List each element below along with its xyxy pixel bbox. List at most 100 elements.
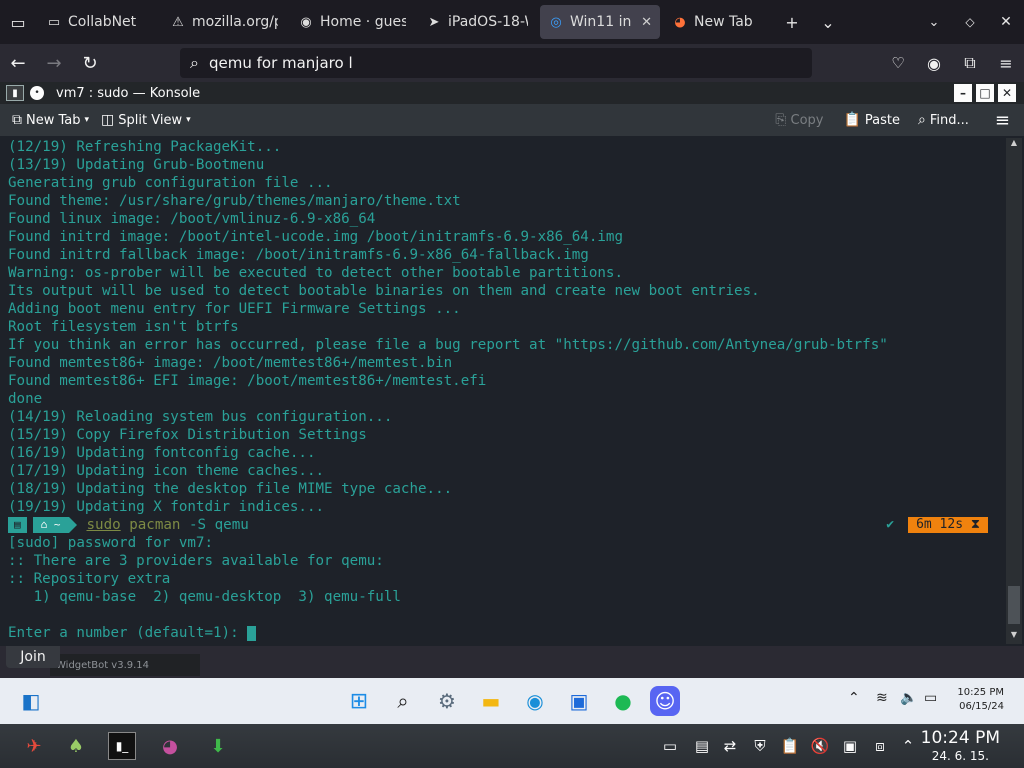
minimize-button[interactable]: – [954,84,972,102]
find-button[interactable]: ⌕ Find... [912,104,975,136]
disk-icon[interactable]: ▤ [688,732,716,760]
mute-icon[interactable]: 🔇 [806,732,834,760]
terminal-output[interactable]: (12/19) Refreshing PackageKit... (13/19) … [0,136,1004,646]
volume-icon[interactable]: 🔈 [900,690,917,706]
clipboard-icon[interactable]: 📋 [776,732,804,760]
battery-icon[interactable]: ▭ [924,690,937,706]
cmd-sudo: sudo [86,517,121,533]
discord-icon[interactable]: ☺ [650,686,680,716]
wifi-icon[interactable]: ≋ [876,690,888,706]
split-view-icon: ◫ [101,112,115,128]
terminal-line: (14/19) Reloading system bus configurati… [8,409,393,425]
search-icon: ⌕ [190,53,199,72]
dropdown-icon: ▾ [84,115,90,125]
cmd-args: -S qemu [189,517,249,533]
browser-tab[interactable]: ◕ New Tab [664,5,764,39]
arrow-icon: ➤ [428,14,440,30]
tab-label: CollabNet [68,14,137,30]
new-tab-button[interactable]: ⧉ New Tab ▾ [6,104,95,136]
minimize-icon[interactable]: ⌄ [916,0,952,44]
tray-expand-icon[interactable]: ⌃ [894,732,922,760]
browser-tab[interactable]: ◎ Win11 in R ✕ [540,5,660,39]
duration-badge: 6m 12s ⧗ [908,517,988,533]
new-tab-icon: ⧉ [12,112,22,128]
terminal-line: (15/19) Copy Firefox Distribution Settin… [8,427,367,443]
window-list-icon[interactable]: ▭ [656,732,684,760]
terminal-line: (18/19) Updating the desktop file MIME t… [8,481,453,497]
browser-tab[interactable]: ▭ CollabNet [38,5,158,39]
network-icon[interactable]: ⧈ [866,732,894,760]
shield-icon[interactable]: ⛨ [746,732,774,760]
tab-close-icon[interactable]: ✕ [641,15,652,30]
start-icon[interactable]: ⊞ [344,686,374,716]
terminal-line: 1) qemu-base 2) qemu-desktop 3) qemu-ful… [8,589,401,605]
menu-icon[interactable]: ≡ [988,44,1024,82]
search-icon: ⌕ [918,112,926,128]
copy-button[interactable]: ⎘ Copy [769,104,829,136]
browser-tab[interactable]: ⚠ mozilla.org/p [162,5,286,39]
konsole-titlebar: ▮ • vm7 : sudo — Konsole – □ ✕ [0,82,1024,104]
prompt-directory: ⌂ ~ [32,517,69,533]
settings-icon[interactable]: ⚙ [432,686,462,716]
file-explorer-icon[interactable]: ▬ [476,686,506,716]
list-all-tabs-icon[interactable]: ⌄ [810,0,846,44]
search-icon[interactable]: ⌕ [388,686,418,716]
terminal-line: Warning: os-prober will be executed to d… [8,265,623,281]
restore-icon[interactable]: ◇ [952,0,988,44]
close-window-icon[interactable]: ✕ [988,0,1024,44]
windows-clock[interactable]: 10:25 PM 06/15/24 [957,686,1004,714]
dropdown-icon: ▾ [186,115,191,125]
download-icon[interactable]: ⬇ [204,732,232,760]
terminal-line: Found initrd fallback image: /boot/initr… [8,247,589,263]
terminal-line: (13/19) Updating Grub-Bootmenu [8,157,265,173]
kde-connect-icon[interactable]: ⇄ [716,732,744,760]
widgets-icon[interactable]: ◧ [16,686,46,716]
new-tab-plus-icon[interactable]: + [774,0,810,44]
spotify-icon[interactable]: ● [608,686,638,716]
firefox-icon: ◕ [674,14,686,30]
firefox-view-icon[interactable]: ▭ [0,0,36,44]
browser-tab[interactable]: ◉ Home · guest [290,5,414,39]
prompt-status: ✔ 6m 12s ⧗ [886,516,988,534]
hamburger-menu-icon[interactable]: ≡ [989,104,1016,136]
check-icon: ✔ [886,517,895,532]
terminal-line: Adding boot menu entry for UEFI Firmware… [8,301,461,317]
tray-chevron-icon[interactable]: ⌃ [848,690,860,706]
maximize-button[interactable]: □ [976,84,994,102]
scroll-down-icon[interactable]: ▼ [1006,630,1022,644]
konsole-toolbar: ⧉ New Tab ▾ ◫ Split View ▾ ⎘ Copy 📋 Past… [0,104,1024,136]
terminal-line: Found linux image: /boot/vmlinuz-6.9-x86… [8,211,376,227]
terminal-line: Found initrd image: /boot/intel-ucode.im… [8,229,623,245]
app-launcher-icon[interactable]: ✈ [20,732,48,760]
terminal-line: (17/19) Updating icon theme caches... [8,463,325,479]
paste-button[interactable]: 📋 Paste [837,104,906,136]
reload-button[interactable]: ↻ [72,44,108,82]
join-button[interactable]: Join [6,646,60,668]
pin-icon[interactable]: • [30,86,44,100]
url-bar[interactable]: ⌕ qemu for manjaro l [180,48,812,78]
store-icon[interactable]: ▣ [564,686,594,716]
terminal-line: (12/19) Refreshing PackageKit... [8,139,282,155]
forward-button[interactable]: → [36,44,72,82]
pocket-icon[interactable]: ♡ [880,44,916,82]
browser-tab[interactable]: ➤ iPadOS-18-W [418,5,536,39]
edge-icon[interactable]: ◉ [520,686,550,716]
solitaire-icon[interactable]: ♠ [62,732,90,760]
terminal-icon[interactable]: ▮_ [108,732,136,760]
extensions-icon[interactable]: ⧉ [952,44,988,82]
scrollbar-thumb[interactable] [1008,586,1020,624]
split-view-button[interactable]: ◫ Split View ▾ [95,104,197,136]
terminal-line: done [8,391,43,407]
cmd-name: pacman [129,517,181,533]
windows-taskbar: ◧ ⊞ ⌕ ⚙ ▬ ◉ ▣ ● ☺ ⌃ ≋ 🔈 ▭ 10:25 PM 06/15… [0,678,1024,724]
browser-icon[interactable]: ◕ [156,732,184,760]
scroll-up-icon[interactable]: ▲ [1006,138,1022,152]
linux-clock[interactable]: 10:24 PM 24. 6. 15. [921,728,1000,764]
terminal-scrollbar[interactable]: ▲ ▼ [1006,138,1022,644]
back-button[interactable]: ← [0,44,36,82]
close-button[interactable]: ✕ [998,84,1016,102]
distro-icon: ▤ [8,517,27,533]
save-icon[interactable]: ▣ [836,732,864,760]
account-icon[interactable]: ◉ [916,44,952,82]
